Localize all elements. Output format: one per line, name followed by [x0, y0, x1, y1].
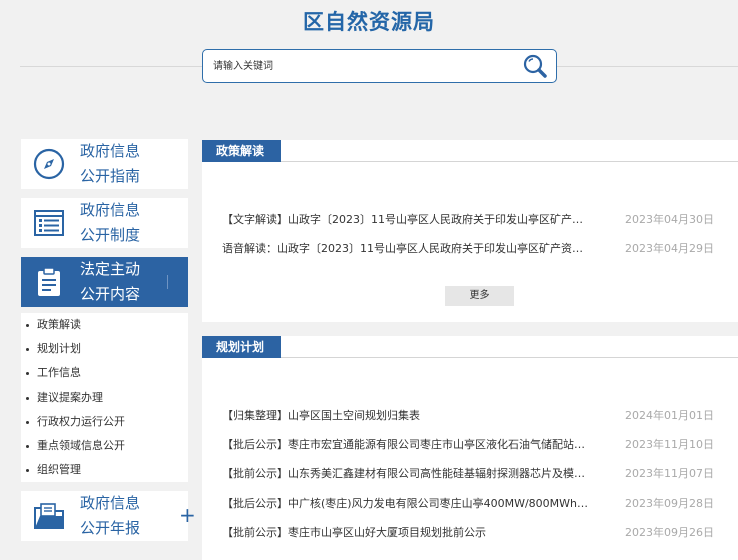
list-item[interactable]: 【批后公示】中广核(枣庄)风力发电有限公司枣庄山亭400MW/800MWh储能项… — [222, 494, 718, 514]
search-icon — [523, 54, 547, 78]
compass-icon — [33, 148, 65, 180]
sub-nav-item-organization[interactable]: 组织管理 — [21, 460, 188, 484]
divider — [167, 275, 168, 289]
item-title[interactable]: 【批后公示】中广核(枣庄)风力发电有限公司枣庄山亭400MW/800MWh储能项… — [222, 494, 592, 514]
nav-label: 政府信息 公开制度 — [80, 201, 141, 244]
item-date: 2023年09月26日 — [625, 526, 714, 539]
sub-nav-item-work[interactable]: 工作信息 — [21, 363, 188, 387]
more-button[interactable]: 更多 — [445, 286, 514, 306]
panel-tab-plan[interactable]: 规划计划 — [202, 336, 281, 358]
document-list-icon — [34, 210, 64, 236]
item-title[interactable]: 【批前公示】枣庄市山亭区山好大厦项目规划批前公示 — [222, 523, 592, 543]
nav-label: 法定主动 公开内容 — [80, 260, 141, 303]
panel-header: 政策解读 — [202, 140, 738, 162]
nav-system[interactable]: 政府信息 公开制度 — [21, 198, 188, 248]
search-input[interactable] — [213, 58, 503, 75]
panel-tab-policy[interactable]: 政策解读 — [202, 140, 281, 162]
policy-panel: 政策解读 【文字解读】山政字〔2023〕11号山亭区人民政府关于印发山亭区矿产资… — [202, 140, 738, 322]
site-title: 区自然资源局 — [303, 10, 435, 34]
sub-nav-item-policy[interactable]: 政策解读 — [21, 315, 188, 339]
nav-label: 政府信息 公开年报 — [80, 494, 141, 537]
nav-annual-report[interactable]: 政府信息 公开年报 + — [21, 491, 196, 541]
divider — [20, 66, 202, 67]
search-button[interactable] — [520, 52, 550, 80]
list-item[interactable]: 【批前公示】枣庄市山亭区山好大厦项目规划批前公示 2023年09月26日 — [222, 523, 718, 543]
sub-nav-item-plan[interactable]: 规划计划 — [21, 339, 188, 363]
item-title[interactable]: 【归集整理】山亭区国土空间规划归集表 — [222, 406, 592, 426]
item-date: 2024年01月01日 — [625, 409, 714, 422]
item-title[interactable]: 【批后公示】枣庄市宏宜通能源有限公司枣庄市山亭区液化石油气储配站项目批后公示 — [222, 435, 592, 455]
plan-panel: 规划计划 【归集整理】山亭区国土空间规划归集表 2024年01月01日 【批后公… — [202, 336, 738, 560]
nav-active-content[interactable]: 法定主动 公开内容 — [21, 257, 188, 307]
nav-guide[interactable]: 政府信息 公开指南 — [21, 139, 188, 189]
sub-nav-list: 政策解读 规划计划 工作信息 建议提案办理 行政权力运行公开 重点领域信息公开 … — [21, 313, 188, 482]
expand-icon[interactable]: + — [179, 503, 196, 527]
nav-label: 政府信息 公开指南 — [80, 142, 141, 185]
sub-nav-item-key-areas[interactable]: 重点领域信息公开 — [21, 436, 188, 460]
search-box — [202, 49, 557, 83]
folder-icon — [34, 503, 64, 529]
clipboard-icon — [38, 267, 60, 296]
list-item[interactable]: 语音解读：山政字〔2023〕11号山亭区人民政府关于印发山亭区矿产资源总体规划的… — [222, 239, 718, 259]
item-title[interactable]: 【文字解读】山政字〔2023〕11号山亭区人民政府关于印发山亭区矿产资源总体规划… — [222, 210, 592, 230]
item-date: 2023年04月30日 — [625, 213, 714, 226]
list-item[interactable]: 【文字解读】山政字〔2023〕11号山亭区人民政府关于印发山亭区矿产资源总体规划… — [222, 210, 718, 230]
item-date: 2023年11月10日 — [625, 438, 714, 451]
divider — [557, 66, 738, 67]
panel-header: 规划计划 — [202, 336, 738, 358]
item-date: 2023年09月28日 — [625, 497, 714, 510]
list-item[interactable]: 【批后公示】枣庄市宏宜通能源有限公司枣庄市山亭区液化石油气储配站项目批后公示 2… — [222, 435, 718, 455]
item-title[interactable]: 【批前公示】山东秀美汇鑫建材有限公司高性能硅基辐射探测器芯片及模组项目批前公示 — [222, 464, 592, 484]
sub-nav-item-power[interactable]: 行政权力运行公开 — [21, 412, 188, 436]
sub-nav-item-proposal[interactable]: 建议提案办理 — [21, 388, 188, 412]
item-date: 2023年04月29日 — [625, 242, 714, 255]
item-title[interactable]: 语音解读：山政字〔2023〕11号山亭区人民政府关于印发山亭区矿产资源总体规划的… — [222, 239, 592, 259]
list-item[interactable]: 【归集整理】山亭区国土空间规划归集表 2024年01月01日 — [222, 406, 718, 426]
list-item[interactable]: 【批前公示】山东秀美汇鑫建材有限公司高性能硅基辐射探测器芯片及模组项目批前公示 … — [222, 464, 718, 484]
item-date: 2023年11月07日 — [625, 467, 714, 480]
